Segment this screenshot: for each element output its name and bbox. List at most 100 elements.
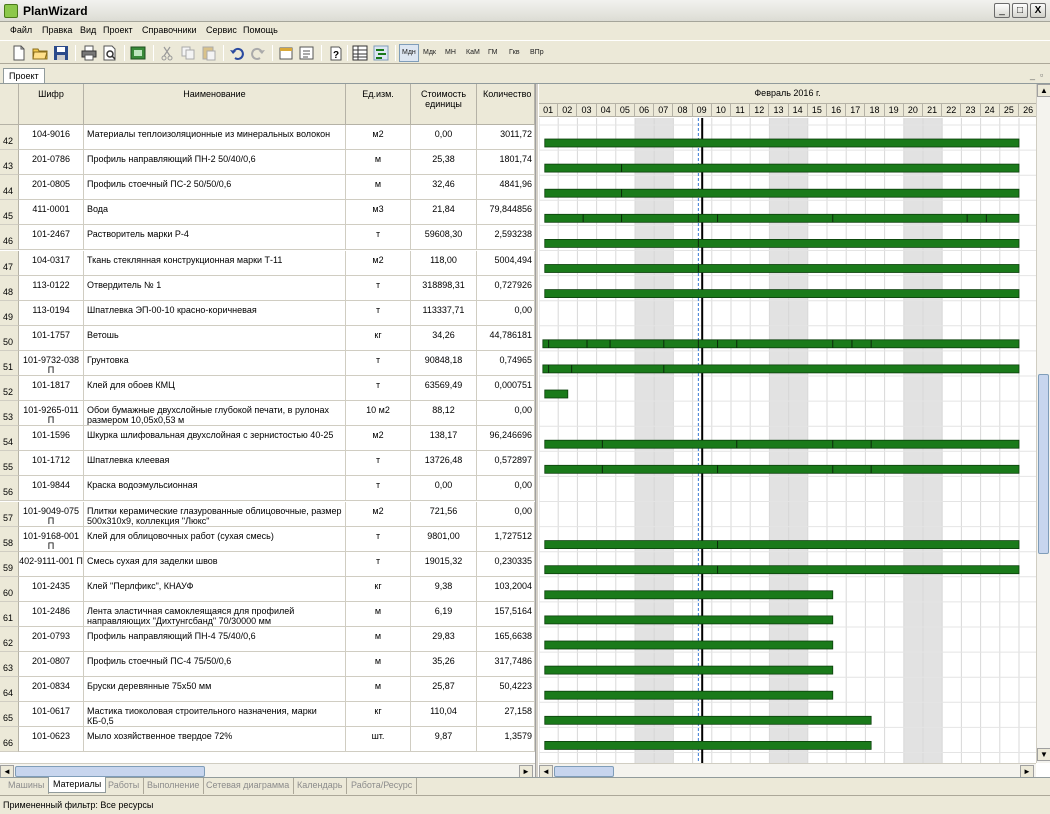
cell-cost[interactable]: 6,19 bbox=[411, 601, 477, 626]
row-number[interactable]: 51 bbox=[0, 350, 19, 376]
print-icon[interactable] bbox=[80, 44, 98, 62]
cell-code[interactable]: 113-0122 bbox=[19, 275, 84, 300]
scale-button-year-quarters[interactable]: Гкв bbox=[509, 49, 520, 56]
cell-cost[interactable]: 13726,48 bbox=[411, 451, 477, 476]
row-number[interactable]: 45 bbox=[0, 200, 19, 226]
scroll-up-icon[interactable]: ▲ bbox=[1037, 84, 1050, 97]
cell-cost[interactable]: 0,00 bbox=[411, 125, 477, 150]
cell-code[interactable]: 411-0001 bbox=[19, 200, 84, 225]
cell-quantity[interactable]: 0,727926 bbox=[477, 275, 535, 300]
cell-unit[interactable]: т bbox=[346, 350, 411, 375]
row-number[interactable]: 65 bbox=[0, 702, 19, 728]
row-number[interactable]: 64 bbox=[0, 677, 19, 703]
cell-unit[interactable]: т bbox=[346, 526, 411, 551]
table-row[interactable]: 104-9016 Материалы теплоизоляционные из м… bbox=[19, 125, 535, 151]
cell-code[interactable]: 101-9049-075 П bbox=[19, 501, 84, 526]
cell-name[interactable]: Отвердитель № 1 bbox=[84, 275, 346, 300]
scale-button-months[interactable]: МН bbox=[445, 49, 456, 56]
table-row[interactable]: 101-2467 Растворитель марки Р-4 т 59608,30 2… bbox=[19, 225, 535, 251]
scale-button-decades[interactable]: Мдк bbox=[423, 49, 436, 56]
right-horizontal-scrollbar[interactable]: ◄ ► bbox=[539, 763, 1036, 778]
cell-unit[interactable]: кг bbox=[346, 325, 411, 350]
cell-quantity[interactable]: 96,246696 bbox=[477, 426, 535, 451]
table-row[interactable]: 101-9168-001 П Клей для облицовочных рабо… bbox=[19, 526, 535, 552]
cell-unit[interactable]: м bbox=[346, 652, 411, 677]
cell-code[interactable]: 101-2486 bbox=[19, 601, 84, 626]
row-number[interactable]: 49 bbox=[0, 300, 19, 326]
copy-icon[interactable] bbox=[179, 44, 197, 62]
cell-code[interactable]: 101-0617 bbox=[19, 702, 84, 727]
right-horizontal-scroll-thumb[interactable] bbox=[554, 766, 614, 777]
cell-code[interactable]: 101-1712 bbox=[19, 451, 84, 476]
cell-name[interactable]: Материалы теплоизоляционные из минеральн… bbox=[84, 125, 346, 150]
paste-icon[interactable] bbox=[200, 44, 218, 62]
cell-code[interactable]: 101-1817 bbox=[19, 376, 84, 401]
table-row[interactable]: 101-0617 Мастика тиоколовая строительного… bbox=[19, 702, 535, 728]
cell-unit[interactable]: т bbox=[346, 451, 411, 476]
cell-code[interactable]: 113-0194 bbox=[19, 300, 84, 325]
cell-quantity[interactable]: 0,00 bbox=[477, 401, 535, 426]
undo-icon[interactable] bbox=[228, 44, 246, 62]
sheet-tab-work-resource[interactable]: Работа/Ресурс bbox=[347, 778, 418, 794]
cell-code[interactable]: 101-0623 bbox=[19, 727, 84, 752]
menu-edit[interactable]: Правка bbox=[42, 25, 72, 35]
new-item-icon[interactable] bbox=[277, 44, 295, 62]
menu-project[interactable]: Проект bbox=[103, 25, 133, 35]
cell-name[interactable]: Обои бумажные двухслойные глубокой печат… bbox=[84, 401, 346, 426]
cell-unit[interactable]: 10 м2 bbox=[346, 401, 411, 426]
cell-cost[interactable]: 88,12 bbox=[411, 401, 477, 426]
cell-name[interactable]: Вода bbox=[84, 200, 346, 225]
cell-cost[interactable]: 118,00 bbox=[411, 250, 477, 275]
cell-quantity[interactable]: 3011,72 bbox=[477, 125, 535, 150]
minimize-button[interactable]: _ bbox=[994, 3, 1010, 18]
gantt-bars-area[interactable] bbox=[539, 118, 1036, 763]
menu-help[interactable]: Помощь bbox=[243, 25, 278, 35]
cell-cost[interactable]: 32,46 bbox=[411, 175, 477, 200]
cell-unit[interactable]: т bbox=[346, 476, 411, 501]
cell-code[interactable]: 101-9732-038 П bbox=[19, 350, 84, 375]
table-row[interactable]: 101-0623 Мыло хозяйственное твердое 72% шт… bbox=[19, 727, 535, 753]
cell-cost[interactable]: 34,26 bbox=[411, 325, 477, 350]
cell-quantity[interactable]: 0,00 bbox=[477, 300, 535, 325]
table-row[interactable]: 101-2486 Лента эластичная самоклеящаяся д… bbox=[19, 601, 535, 627]
mdi-minimize-icon[interactable]: _ bbox=[1030, 70, 1035, 80]
cell-cost[interactable]: 9801,00 bbox=[411, 526, 477, 551]
table-row[interactable]: 101-1712 Шпатлевка клеевая т 13726,48 0,5728… bbox=[19, 451, 535, 477]
cell-name[interactable]: Шкурка шлифовальная двухслойная с зернис… bbox=[84, 426, 346, 451]
column-header-cost[interactable]: Стоимость единицы bbox=[411, 84, 477, 125]
sheet-tab-materials[interactable]: Материалы bbox=[48, 777, 107, 793]
cell-cost[interactable]: 25,87 bbox=[411, 677, 477, 702]
cell-cost[interactable]: 25,38 bbox=[411, 150, 477, 175]
vertical-scrollbar[interactable]: ▲ ▼ bbox=[1036, 84, 1050, 763]
cell-cost[interactable]: 138,17 bbox=[411, 426, 477, 451]
cell-cost[interactable]: 21,84 bbox=[411, 200, 477, 225]
row-number[interactable]: 44 bbox=[0, 175, 19, 201]
cell-quantity[interactable]: 2,593238 bbox=[477, 225, 535, 250]
table-row[interactable]: 101-9844 Краска водоэмульсионная т 0,00 0,00 bbox=[19, 476, 535, 502]
cell-name[interactable]: Профиль направляющий ПН-4 75/40/0,6 bbox=[84, 627, 346, 652]
table-row[interactable]: 101-9732-038 П Грунтовка т 90848,18 0,74965 bbox=[19, 350, 535, 376]
cell-cost[interactable]: 35,26 bbox=[411, 652, 477, 677]
cell-quantity[interactable]: 157,5164 bbox=[477, 601, 535, 626]
table-row[interactable]: 201-0807 Профиль стоечный ПС-4 75/50/0,6 м… bbox=[19, 652, 535, 678]
table-row[interactable]: 101-9049-075 П Плитки керамические глазур… bbox=[19, 501, 535, 527]
table-row[interactable]: 201-0786 Профиль направляющий ПН-2 50/40/… bbox=[19, 150, 535, 176]
cell-quantity[interactable]: 50,4223 bbox=[477, 677, 535, 702]
cell-name[interactable]: Ткань стеклянная конструкционная марки Т… bbox=[84, 250, 346, 275]
row-number[interactable]: 56 bbox=[0, 476, 19, 502]
cell-cost[interactable]: 721,56 bbox=[411, 501, 477, 526]
cell-quantity[interactable]: 27,158 bbox=[477, 702, 535, 727]
table-row[interactable]: 201-0805 Профиль стоечный ПС-2 50/50/0,6 м… bbox=[19, 175, 535, 201]
cell-quantity[interactable]: 79,844856 bbox=[477, 200, 535, 225]
menu-file[interactable]: Файл bbox=[10, 25, 32, 35]
new-file-icon[interactable] bbox=[10, 44, 28, 62]
table-view-icon[interactable] bbox=[351, 44, 369, 62]
vertical-scroll-thumb[interactable] bbox=[1038, 374, 1049, 554]
cell-unit[interactable]: м2 bbox=[346, 501, 411, 526]
mdi-restore-icon[interactable]: ▫ bbox=[1040, 70, 1043, 80]
cell-code[interactable]: 101-9168-001 П bbox=[19, 526, 84, 551]
cell-name[interactable]: Мыло хозяйственное твердое 72% bbox=[84, 727, 346, 752]
cell-quantity[interactable]: 5004,494 bbox=[477, 250, 535, 275]
row-number[interactable]: 53 bbox=[0, 401, 19, 427]
cell-unit[interactable]: м bbox=[346, 627, 411, 652]
